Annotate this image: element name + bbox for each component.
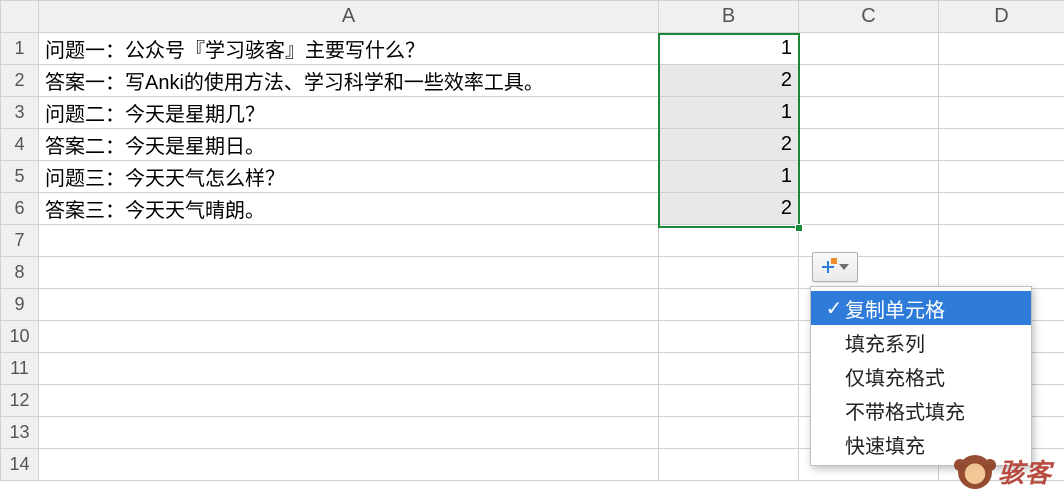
cell-A12[interactable]: [39, 385, 659, 417]
col-header-B[interactable]: B: [659, 1, 799, 33]
row-header-3[interactable]: 3: [1, 97, 39, 129]
autofill-options-menu: ✓ 复制单元格 ✓ 填充系列 ✓ 仅填充格式 ✓ 不带格式填充 ✓ 快速填充: [810, 286, 1032, 466]
menu-item-flash-fill[interactable]: ✓ 快速填充: [811, 427, 1031, 461]
menu-item-label: 快速填充: [845, 430, 925, 459]
cell-B14[interactable]: [659, 449, 799, 481]
col-header-D[interactable]: D: [939, 1, 1064, 33]
menu-item-label: 填充系列: [845, 328, 925, 357]
cell-B6[interactable]: 2: [659, 193, 799, 225]
menu-item-label: 仅填充格式: [845, 362, 945, 391]
check-icon: ✓: [823, 364, 845, 389]
cell-A7[interactable]: [39, 225, 659, 257]
check-icon: ✓: [823, 398, 845, 423]
row-header-2[interactable]: 2: [1, 65, 39, 97]
cell-C4[interactable]: [799, 129, 939, 161]
cell-A13[interactable]: [39, 417, 659, 449]
row-header-14[interactable]: 14: [1, 449, 39, 481]
col-header-A[interactable]: A: [39, 1, 659, 33]
cell-D1[interactable]: [939, 33, 1064, 65]
autofill-plus-icon: [821, 260, 835, 274]
row-3: 3 问题二：今天是星期几？ 1: [1, 97, 1064, 129]
row-header-6[interactable]: 6: [1, 193, 39, 225]
row-1: 1 问题一：公众号『学习骇客』主要写什么？ 1: [1, 33, 1064, 65]
cell-C3[interactable]: [799, 97, 939, 129]
cell-B10[interactable]: [659, 321, 799, 353]
menu-item-fill-formatting-only[interactable]: ✓ 仅填充格式: [811, 359, 1031, 393]
row-header-7[interactable]: 7: [1, 225, 39, 257]
row-header-11[interactable]: 11: [1, 353, 39, 385]
col-header-C[interactable]: C: [799, 1, 939, 33]
row-header-5[interactable]: 5: [1, 161, 39, 193]
cell-A3[interactable]: 问题二：今天是星期几？: [39, 97, 659, 129]
cell-A8[interactable]: [39, 257, 659, 289]
cell-A9[interactable]: [39, 289, 659, 321]
cell-D2[interactable]: [939, 65, 1064, 97]
cell-D3[interactable]: [939, 97, 1064, 129]
cell-B11[interactable]: [659, 353, 799, 385]
menu-item-label: 复制单元格: [845, 294, 945, 323]
menu-item-fill-series[interactable]: ✓ 填充系列: [811, 325, 1031, 359]
cell-A10[interactable]: [39, 321, 659, 353]
cell-B12[interactable]: [659, 385, 799, 417]
check-icon: ✓: [823, 330, 845, 355]
cell-B5[interactable]: 1: [659, 161, 799, 193]
row-header-10[interactable]: 10: [1, 321, 39, 353]
cell-C5[interactable]: [799, 161, 939, 193]
row-2: 2 答案一：写Anki的使用方法、学习科学和一些效率工具。 2: [1, 65, 1064, 97]
menu-item-fill-without-formatting[interactable]: ✓ 不带格式填充: [811, 393, 1031, 427]
cell-A14[interactable]: [39, 449, 659, 481]
menu-item-copy-cells[interactable]: ✓ 复制单元格: [811, 291, 1031, 325]
cell-D7[interactable]: [939, 225, 1064, 257]
cell-A4[interactable]: 答案二：今天是星期日。: [39, 129, 659, 161]
cell-C6[interactable]: [799, 193, 939, 225]
cell-D4[interactable]: [939, 129, 1064, 161]
cell-A2[interactable]: 答案一：写Anki的使用方法、学习科学和一些效率工具。: [39, 65, 659, 97]
row-5: 5 问题三：今天天气怎么样？ 1: [1, 161, 1064, 193]
cell-B7[interactable]: [659, 225, 799, 257]
cell-B1[interactable]: 1: [659, 33, 799, 65]
spreadsheet-view: A B C D 1 问题一：公众号『学习骇客』主要写什么？ 1 2 答案一：写A…: [0, 0, 1064, 500]
cell-D6[interactable]: [939, 193, 1064, 225]
cell-B2[interactable]: 2: [659, 65, 799, 97]
row-8: 8: [1, 257, 1064, 289]
row-header-1[interactable]: 1: [1, 33, 39, 65]
cell-B9[interactable]: [659, 289, 799, 321]
row-header-12[interactable]: 12: [1, 385, 39, 417]
cell-A1[interactable]: 问题一：公众号『学习骇客』主要写什么？: [39, 33, 659, 65]
cell-B3[interactable]: 1: [659, 97, 799, 129]
menu-item-label: 不带格式填充: [845, 396, 965, 425]
chevron-down-icon: [839, 264, 849, 270]
cell-C2[interactable]: [799, 65, 939, 97]
cell-B8[interactable]: [659, 257, 799, 289]
cell-A11[interactable]: [39, 353, 659, 385]
select-all-corner[interactable]: [1, 1, 39, 33]
row-header-13[interactable]: 13: [1, 417, 39, 449]
cell-B13[interactable]: [659, 417, 799, 449]
cell-A5[interactable]: 问题三：今天天气怎么样？: [39, 161, 659, 193]
autofill-options-button[interactable]: [812, 252, 858, 282]
cell-C1[interactable]: [799, 33, 939, 65]
row-7: 7: [1, 225, 1064, 257]
row-header-4[interactable]: 4: [1, 129, 39, 161]
check-icon: ✓: [823, 432, 845, 457]
cell-D8[interactable]: [939, 257, 1064, 289]
row-header-9[interactable]: 9: [1, 289, 39, 321]
row-6: 6 答案三：今天天气晴朗。 2: [1, 193, 1064, 225]
cell-A6[interactable]: 答案三：今天天气晴朗。: [39, 193, 659, 225]
row-header-8[interactable]: 8: [1, 257, 39, 289]
row-4: 4 答案二：今天是星期日。 2: [1, 129, 1064, 161]
check-icon: ✓: [823, 296, 845, 321]
cell-B4[interactable]: 2: [659, 129, 799, 161]
cell-D5[interactable]: [939, 161, 1064, 193]
